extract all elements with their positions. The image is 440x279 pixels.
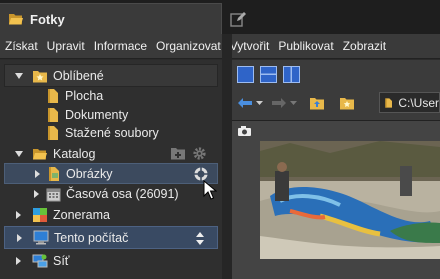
- browser-panel: C:\User: [232, 60, 440, 279]
- menu-organizovat[interactable]: Organizovat: [156, 39, 221, 53]
- favorites-label: Oblíbené: [53, 68, 104, 83]
- forward-arrow-icon[interactable]: [271, 97, 287, 109]
- chevron-right-icon[interactable]: [32, 189, 40, 199]
- sidebar-item-label: Zonerama: [53, 208, 110, 222]
- chevron-right-icon[interactable]: [15, 233, 23, 243]
- navigator-panel: Oblíbené Plocha Dokumenty Stažené soubor…: [0, 60, 222, 279]
- path-text: C:\User: [398, 95, 439, 110]
- sidebar-item-plocha[interactable]: Plocha: [46, 86, 103, 106]
- menu-zobrazit[interactable]: Zobrazit: [343, 39, 386, 53]
- pictures-folder-icon: [49, 166, 59, 181]
- chevron-right-icon[interactable]: [14, 256, 22, 266]
- sidebar-item-casova-osa[interactable]: Časová osa (26091): [32, 184, 179, 204]
- view-mode-toolbar: [232, 60, 440, 89]
- folder-up-icon[interactable]: [309, 96, 325, 110]
- folder-open-icon: [33, 149, 47, 160]
- sidebar-item-label: Dokumenty: [65, 108, 129, 122]
- mouse-cursor-icon: [203, 180, 217, 200]
- add-folder-icon[interactable]: [170, 147, 186, 160]
- camera-icon: [238, 126, 251, 136]
- sidebar-item-sit[interactable]: Síť: [14, 251, 70, 271]
- computer-label: Tento počítač: [54, 230, 129, 245]
- sidebar-item-label: Síť: [53, 254, 70, 268]
- sidebar-item-obrazky[interactable]: Obrázky: [4, 163, 218, 184]
- menu-upravit[interactable]: Upravit: [47, 39, 85, 53]
- calendar-icon: [46, 188, 61, 201]
- menu-vytvorit[interactable]: Vytvořit: [230, 39, 270, 53]
- menu-ziskat[interactable]: Získat: [5, 39, 38, 53]
- catalog-section-header[interactable]: Katalog: [14, 144, 218, 164]
- edit-pencil-icon: [230, 11, 246, 27]
- folder-icon: [48, 89, 58, 103]
- star-folder-icon: [33, 70, 47, 82]
- favorite-folder-icon[interactable]: [339, 96, 355, 110]
- horizontal-split-button[interactable]: [260, 66, 277, 83]
- computer-section-header[interactable]: Tento počítač: [4, 226, 218, 249]
- computer-icon: [33, 230, 49, 245]
- gear-icon[interactable]: [192, 146, 207, 161]
- folder-icon: [48, 126, 58, 140]
- single-pane-button[interactable]: [237, 66, 254, 83]
- network-icon: [32, 254, 48, 268]
- menu-bar: Získat Upravit Informace Organizovat Vyt…: [0, 34, 440, 59]
- sidebar-item-label: Stažené soubory: [65, 126, 159, 140]
- photo-image: [260, 141, 440, 259]
- sidebar-item-stazene-soubory[interactable]: Stažené soubory: [46, 123, 159, 143]
- sidebar-item-label: Časová osa (26091): [66, 187, 179, 201]
- panel-splitter[interactable]: [222, 34, 232, 279]
- favorites-section-header[interactable]: Oblíbené: [4, 64, 218, 87]
- tab-photos[interactable]: Fotky: [0, 3, 222, 34]
- menu-publikovat[interactable]: Publikovat: [278, 39, 333, 53]
- thumbnail-area: [232, 120, 440, 279]
- folder-icon: [385, 97, 392, 108]
- tab-title: Fotky: [30, 11, 65, 27]
- chevron-down-icon[interactable]: [14, 71, 24, 81]
- chevron-down-icon[interactable]: [256, 100, 263, 106]
- tab-editor[interactable]: [224, 3, 440, 34]
- path-field[interactable]: C:\User: [379, 92, 440, 113]
- navigation-toolbar: C:\User: [232, 89, 440, 117]
- sidebar-item-label: Obrázky: [66, 166, 113, 181]
- photo-thumbnail[interactable]: [260, 141, 440, 259]
- sidebar-item-zonerama[interactable]: Zonerama: [14, 205, 110, 225]
- vertical-split-button[interactable]: [283, 66, 300, 83]
- chevron-right-icon[interactable]: [14, 210, 22, 220]
- zonerama-icon: [33, 208, 47, 222]
- chevron-down-icon[interactable]: [290, 100, 297, 106]
- folder-icon: [48, 108, 58, 122]
- sidebar-item-label: Plocha: [65, 89, 104, 103]
- chevron-right-icon[interactable]: [33, 169, 41, 179]
- back-arrow-icon[interactable]: [237, 97, 253, 109]
- chevron-down-icon[interactable]: [14, 149, 24, 159]
- folder-open-icon: [9, 14, 23, 25]
- menu-informace[interactable]: Informace: [94, 39, 147, 53]
- tab-bar: Fotky: [0, 0, 440, 34]
- expand-collapse-icon[interactable]: [195, 232, 205, 245]
- catalog-label: Katalog: [53, 147, 96, 161]
- sidebar-item-dokumenty[interactable]: Dokumenty: [46, 105, 128, 125]
